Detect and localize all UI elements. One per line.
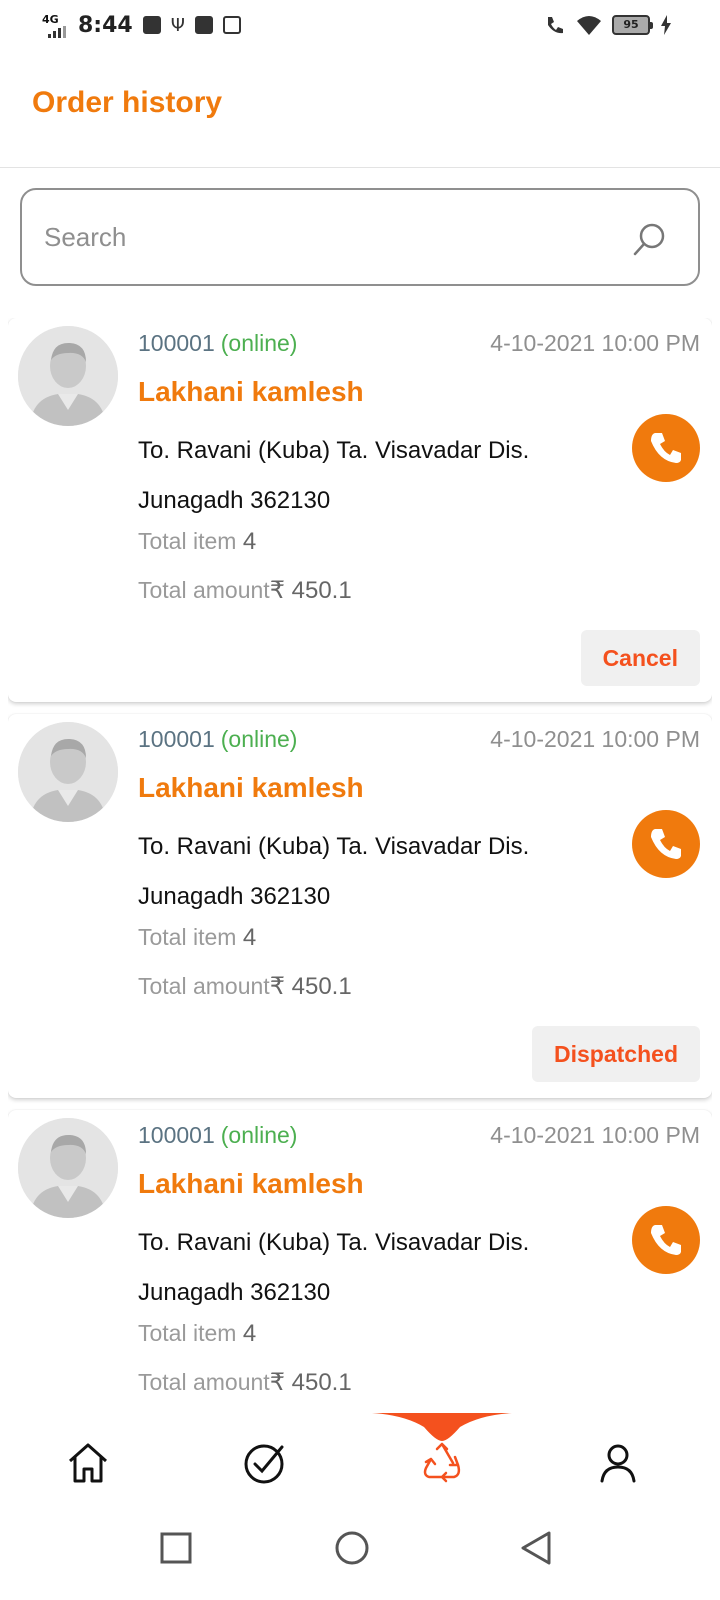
avatar (18, 722, 118, 822)
bottom-nav (0, 1413, 720, 1500)
order-card[interactable]: 100001 (online) 4-10-2021 10:00 PM Lakhan… (8, 1110, 712, 1413)
battery-level: 95 (623, 18, 639, 31)
usb-icon: Ψ (170, 14, 185, 36)
charging-icon (661, 15, 671, 35)
call-button[interactable] (632, 1206, 700, 1274)
recycle-icon[interactable] (420, 1441, 464, 1485)
order-card[interactable]: 100001 (online) 4-10-2021 10:00 PM Lakhan… (8, 318, 712, 702)
home-icon[interactable] (66, 1441, 110, 1485)
call-button[interactable] (632, 414, 700, 482)
customer-address: To. Ravani (Kuba) Ta. Visavadar Dis. Jun… (138, 833, 530, 910)
total-amount-label: Total amount (138, 1369, 270, 1395)
customer-address: To. Ravani (Kuba) Ta. Visavadar Dis. Jun… (138, 437, 530, 514)
customer-name: Lakhani kamlesh (138, 376, 364, 407)
order-id: 100001 (online) (138, 1122, 297, 1149)
active-tab-indicator (372, 1413, 512, 1441)
customer-name: Lakhani kamlesh (138, 772, 364, 803)
dispatched-button[interactable]: Dispatched (532, 1026, 700, 1082)
call-button[interactable] (632, 810, 700, 878)
mail-icon (222, 16, 241, 34)
customer-name: Lakhani kamlesh (138, 1168, 364, 1199)
total-amount: Total amount₹ 450.1 (138, 972, 352, 1001)
order-type: (online) (220, 1122, 298, 1148)
order-list[interactable]: 100001 (online) 4-10-2021 10:00 PM Lakhan… (8, 318, 712, 1413)
total-amount-value: ₹ 450.1 (269, 1369, 352, 1396)
status-time: 8:44 (78, 12, 133, 38)
order-date: 4-10-2021 10:00 PM (490, 1122, 700, 1148)
youtube-icon (194, 16, 213, 34)
person-placeholder-icon (18, 1118, 118, 1218)
check-circle-icon[interactable] (242, 1441, 286, 1485)
battery-icon: 95 (612, 15, 653, 35)
person-placeholder-icon (18, 326, 118, 426)
total-items-label: Total item (138, 528, 237, 554)
total-amount-value: ₹ 450.1 (269, 577, 352, 604)
total-items: Total item 4 (138, 1320, 256, 1348)
app-header: Order history (0, 56, 720, 168)
order-number: 100001 (138, 1122, 215, 1148)
avatar (18, 326, 118, 426)
recents-button[interactable] (158, 1530, 194, 1566)
order-number: 100001 (138, 726, 215, 752)
home-button[interactable] (334, 1530, 370, 1566)
order-id: 100001 (online) (138, 330, 297, 357)
total-amount: Total amount₹ 450.1 (138, 1368, 352, 1397)
network-type: 4G (42, 13, 59, 26)
avatar (18, 1118, 118, 1218)
order-date: 4-10-2021 10:00 PM (490, 330, 700, 356)
cellular-signal-icon: 4G (40, 12, 68, 38)
status-bar: 4G 8:44 Ψ 95 (0, 0, 720, 56)
search-input[interactable] (44, 214, 604, 260)
total-amount: Total amount₹ 450.1 (138, 576, 352, 605)
system-nav-bar (0, 1500, 720, 1600)
total-items: Total item 4 (138, 924, 256, 952)
phone-icon (651, 433, 681, 463)
total-amount-value: ₹ 450.1 (269, 973, 352, 1000)
order-type: (online) (220, 330, 298, 356)
back-button[interactable] (518, 1530, 554, 1566)
order-type: (online) (220, 726, 298, 752)
person-placeholder-icon (18, 722, 118, 822)
wifi-icon (577, 16, 601, 35)
total-items: Total item 4 (138, 528, 256, 556)
wifi-calling-icon (548, 17, 563, 34)
cancel-button[interactable]: Cancel (580, 630, 700, 686)
order-card[interactable]: 100001 (online) 4-10-2021 10:00 PM Lakhan… (8, 714, 712, 1098)
page-title: Order history (32, 86, 223, 119)
person-icon[interactable] (596, 1441, 640, 1485)
order-id: 100001 (online) (138, 726, 297, 753)
total-items-value: 4 (242, 924, 257, 951)
total-items-label: Total item (138, 1320, 237, 1346)
total-amount-label: Total amount (138, 577, 270, 603)
phone-icon (651, 1225, 681, 1255)
order-number: 100001 (138, 330, 215, 356)
search-icon[interactable] (630, 220, 670, 260)
notification-icon (142, 16, 161, 34)
phone-icon (651, 829, 681, 859)
total-items-value: 4 (242, 1320, 257, 1347)
total-items-label: Total item (138, 924, 237, 950)
customer-address: To. Ravani (Kuba) Ta. Visavadar Dis. Jun… (138, 1229, 530, 1306)
order-date: 4-10-2021 10:00 PM (490, 726, 700, 752)
total-amount-label: Total amount (138, 973, 270, 999)
search-box[interactable] (20, 188, 700, 286)
total-items-value: 4 (242, 528, 257, 555)
